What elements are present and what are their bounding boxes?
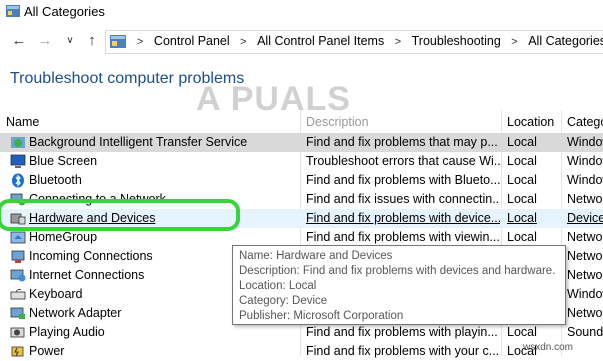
bluetooth-icon <box>12 173 24 188</box>
breadcrumb-all-items[interactable]: All Control Panel Items <box>257 34 384 48</box>
power-icon <box>11 346 24 357</box>
row-category: Network <box>567 192 603 206</box>
row-category: Network <box>567 249 603 263</box>
incoming-icon <box>11 250 25 263</box>
row-location: Local <box>507 211 537 225</box>
row-name[interactable]: Bluetooth <box>29 171 299 190</box>
row-location: Local <box>507 154 537 168</box>
green-highlight-annotation <box>0 199 240 231</box>
row-category: Network <box>567 268 603 282</box>
breadcrumb-chevron-icon[interactable]: > <box>137 36 143 48</box>
adapter-icon <box>10 307 25 319</box>
address-bar[interactable]: > Control Panel > All Control Panel Item… <box>105 30 603 54</box>
tooltip-publisher: Publisher: Microsoft Corporation <box>239 310 404 322</box>
row-location: Local <box>507 325 537 339</box>
recent-locations-chevron-icon[interactable]: ∨ <box>61 32 79 50</box>
breadcrumb-chevron-icon[interactable]: > <box>395 36 401 48</box>
row-description: Find and fix problems with your c... <box>306 344 500 358</box>
row-category: Windows <box>567 287 603 301</box>
row-location: Local <box>507 192 537 206</box>
breadcrumb-control-panel[interactable]: Control Panel <box>154 34 230 48</box>
row-category: Network <box>567 306 603 320</box>
tooltip-description: Description: Find and fix problems with … <box>239 265 556 277</box>
audio-icon <box>10 327 25 338</box>
table-row[interactable]: Power Find and fix problems with your c.… <box>0 342 603 361</box>
table-row[interactable]: Playing Audio Find and fix problems with… <box>0 323 603 342</box>
row-description: Find and fix problems with Blueto... <box>306 173 500 187</box>
row-name[interactable]: Playing Audio <box>29 323 299 342</box>
up-arrow-icon[interactable]: ↑ <box>83 32 101 50</box>
control-panel-address-icon <box>110 35 126 48</box>
column-header-location[interactable]: Location <box>507 110 554 134</box>
site-watermark: wsxdn.com <box>523 342 574 353</box>
column-header-category[interactable]: Category <box>567 110 603 134</box>
row-description: Find and fix problems with playin... <box>306 325 498 339</box>
column-header-description[interactable]: Description <box>306 110 369 134</box>
row-location: Local <box>507 135 537 149</box>
row-description: Troubleshoot errors that cause Wi... <box>306 154 500 168</box>
forward-arrow-icon[interactable]: → <box>36 32 54 50</box>
row-name[interactable]: Power <box>29 342 299 361</box>
window-title: All Categories <box>24 4 105 19</box>
row-category: Network <box>567 230 603 244</box>
keyboard-icon <box>10 288 26 300</box>
breadcrumb-chevron-icon[interactable]: > <box>240 36 246 48</box>
breadcrumb-troubleshooting[interactable]: Troubleshooting <box>412 34 501 48</box>
tooltip-category: Category: Device <box>239 295 328 307</box>
row-category: Windows <box>567 154 603 168</box>
row-category: Windows <box>567 173 603 187</box>
row-name[interactable]: Background Intelligent Transfer Service <box>29 133 299 152</box>
back-arrow-icon[interactable]: ← <box>10 32 28 50</box>
column-header-name[interactable]: Name <box>6 110 39 134</box>
row-description: Find and fix problems with device... <box>306 211 500 225</box>
table-row[interactable]: Blue Screen Troubleshoot errors that cau… <box>0 152 603 171</box>
table-row[interactable]: Background Intelligent Transfer Service … <box>0 133 603 152</box>
title-bar: All Categories <box>0 0 603 24</box>
breadcrumb-all-categories[interactable]: All Categories <box>528 34 603 48</box>
homegroup-icon <box>10 231 26 244</box>
breadcrumb: > Control Panel > All Control Panel Item… <box>130 34 603 48</box>
row-name[interactable]: Blue Screen <box>29 152 299 171</box>
row-category: Device <box>567 211 603 225</box>
table-row[interactable]: Bluetooth Find and fix problems with Blu… <box>0 171 603 190</box>
row-category: Windows <box>567 135 603 149</box>
breadcrumb-chevron-icon[interactable]: > <box>511 36 517 48</box>
blue-screen-icon <box>10 154 26 168</box>
row-location: Local <box>507 173 537 187</box>
bits-icon <box>11 137 25 148</box>
row-description: Find and fix issues with connectin... <box>306 192 500 206</box>
row-description: Find and fix problems that may p... <box>306 135 498 149</box>
navigation-bar: ← → ∨ ↑ > Control Panel > All Control Pa… <box>0 26 603 56</box>
internet-icon <box>10 269 26 282</box>
tooltip-name: Name: Hardware and Devices <box>239 250 393 262</box>
item-tooltip: Name: Hardware and Devices Description: … <box>232 245 566 325</box>
row-category: Sound <box>567 325 603 339</box>
tooltip-location: Location: Local <box>239 280 317 292</box>
control-panel-icon <box>6 5 20 17</box>
